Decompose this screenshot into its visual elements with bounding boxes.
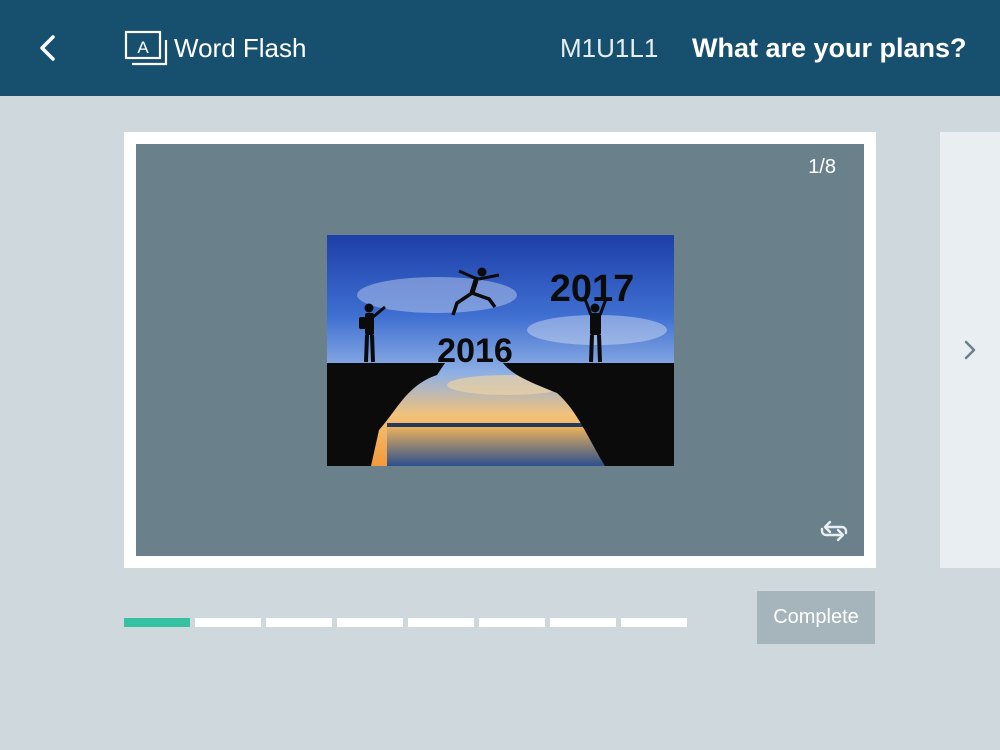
progress-segment (550, 618, 616, 627)
flip-arrows-icon (820, 520, 848, 542)
chevron-right-icon (964, 340, 976, 360)
next-card-button[interactable] (952, 330, 988, 370)
flashcard-icon: A (124, 30, 168, 66)
progress-segment (195, 618, 261, 627)
progress-indicator (124, 618, 692, 627)
flashcard-image: 2016 2017 (327, 235, 674, 466)
flashcard[interactable]: 1/8 2016 2017 (136, 144, 864, 556)
app-title: Word Flash (174, 33, 307, 63)
image-text-2016: 2016 (437, 332, 513, 370)
flashcard-frame: 1/8 2016 2017 (124, 132, 876, 568)
progress-segment (124, 618, 190, 627)
progress-segment (621, 618, 687, 627)
complete-button[interactable]: Complete (757, 591, 875, 644)
page-counter: 1/8 (808, 156, 836, 178)
image-text-2017: 2017 (550, 268, 635, 310)
progress-segment (337, 618, 403, 627)
chevron-left-icon (40, 35, 55, 61)
svg-text:A: A (137, 38, 149, 57)
app-brand: A Word Flash (124, 30, 306, 66)
back-button[interactable] (28, 28, 68, 68)
top-bar: A Word Flash M1U1L1 What are your plans? (0, 0, 1000, 96)
progress-segment (479, 618, 545, 627)
progress-segment (266, 618, 332, 627)
flip-card-button[interactable] (816, 512, 852, 548)
lesson-code: M1U1L1 (560, 33, 659, 63)
lesson-title: What are your plans? (692, 33, 967, 63)
progress-segment (408, 618, 474, 627)
